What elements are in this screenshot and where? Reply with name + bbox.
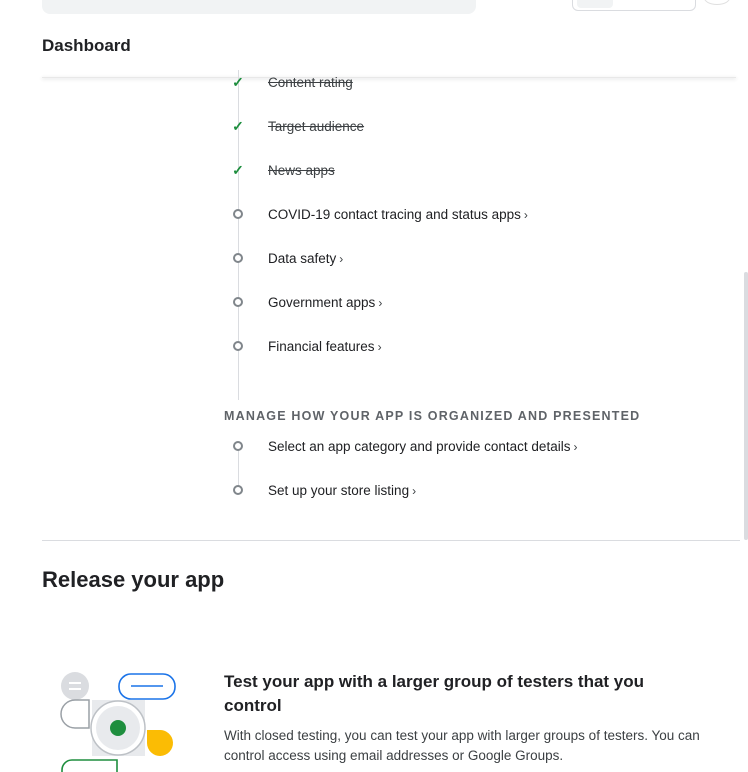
task-link[interactable]: Financial features › <box>268 339 382 354</box>
release-section-title: Release your app <box>42 567 225 592</box>
chevron-right-icon: › <box>378 295 383 310</box>
task-label: Target audience <box>268 118 365 134</box>
chevron-right-icon: › <box>377 339 382 354</box>
section-divider <box>42 540 740 541</box>
circle-icon <box>224 434 252 458</box>
card-description: With closed testing, you can test your a… <box>224 728 700 763</box>
check-icon: ✓ <box>232 118 244 134</box>
card-title: Test your app with a larger group of tes… <box>224 672 645 715</box>
page-title: Dashboard <box>42 36 131 55</box>
circle-icon <box>224 202 252 226</box>
chevron-right-icon: › <box>523 207 528 222</box>
scrollbar[interactable] <box>744 272 748 540</box>
task-label: Financial features <box>268 338 375 354</box>
toggle-knob <box>577 0 613 8</box>
search-bar[interactable] <box>42 0 476 14</box>
task-link[interactable]: Set up your store listing › <box>268 483 416 498</box>
chevron-right-icon: › <box>412 483 417 498</box>
task-link[interactable]: COVID-19 contact tracing and status apps… <box>268 207 528 222</box>
chevron-right-icon: › <box>339 251 344 266</box>
circle-icon <box>224 246 252 270</box>
task-link[interactable]: Data safety › <box>268 251 343 266</box>
task-label: Government apps <box>268 294 376 310</box>
avatar[interactable] <box>704 0 730 5</box>
closed-testing-illustration <box>60 672 176 772</box>
task-label: Data safety <box>268 250 337 266</box>
scrollbar-thumb[interactable] <box>744 272 748 540</box>
task-label: Set up your store listing <box>268 482 410 498</box>
task-label: News apps <box>268 162 335 178</box>
task-label: COVID-19 contact tracing and status apps <box>268 206 521 222</box>
task-label: Content rating <box>268 74 353 90</box>
section-heading: MANAGE HOW YOUR APP IS ORGANIZED AND PRE… <box>224 409 641 423</box>
task-label: Select an app category and provide conta… <box>268 438 571 454</box>
circle-icon <box>224 478 252 502</box>
check-icon: ✓ <box>232 162 244 178</box>
app-switcher[interactable] <box>572 0 696 11</box>
header-divider <box>42 77 736 78</box>
check-icon: ✓ <box>232 74 244 90</box>
circle-icon <box>224 290 252 314</box>
circle-icon <box>224 334 252 358</box>
task-link[interactable]: Government apps › <box>268 295 382 310</box>
chevron-right-icon: › <box>573 439 578 454</box>
task-link[interactable]: Select an app category and provide conta… <box>268 439 577 454</box>
